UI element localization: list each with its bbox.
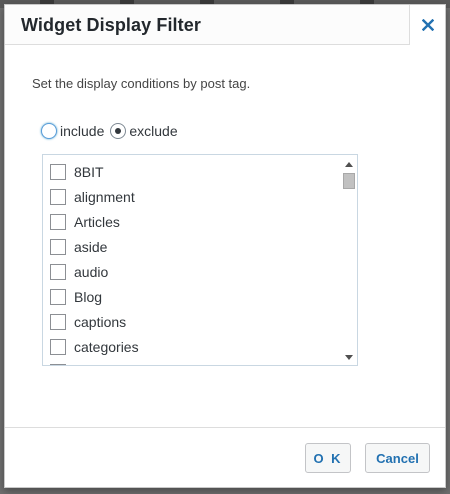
- include-radio[interactable]: [41, 123, 57, 139]
- close-x-icon: [421, 19, 434, 31]
- tag-label: Blog: [74, 288, 103, 305]
- tag-list-item[interactable]: audio: [43, 259, 341, 284]
- tag-list-item[interactable]: Articles: [43, 209, 341, 234]
- tag-checkbox[interactable]: [50, 188, 66, 205]
- tag-checkbox[interactable]: [50, 238, 66, 255]
- tag-label: captions: [74, 313, 127, 330]
- tag-checkbox[interactable]: [50, 288, 66, 305]
- tag-checkbox[interactable]: [50, 363, 66, 365]
- tag-list-items: 8BIT alignment Articles aside audio Blog: [43, 155, 341, 365]
- tag-checkbox[interactable]: [50, 338, 66, 355]
- tag-checkbox[interactable]: [50, 163, 66, 180]
- tag-label: audio: [74, 263, 109, 280]
- tag-label: aside: [74, 238, 108, 255]
- dialog-header: Widget Display Filter: [5, 5, 445, 45]
- tag-checkbox[interactable]: [50, 213, 66, 230]
- tag-list-item[interactable]: aside: [43, 234, 341, 259]
- tag-list-item-partial[interactable]: [43, 359, 341, 365]
- filter-mode-radio-group: include exclude: [41, 122, 184, 140]
- widget-display-filter-dialog: Widget Display Filter Set the display co…: [4, 4, 446, 488]
- scroll-thumb[interactable]: [343, 173, 355, 189]
- radio-selected-dot: [115, 128, 122, 134]
- cancel-button[interactable]: Cancel: [365, 443, 430, 473]
- tag-list-item[interactable]: alignment: [43, 184, 341, 209]
- dialog-description: Set the display conditions by post tag.: [32, 76, 251, 91]
- scroll-down-arrow-icon[interactable]: [341, 350, 357, 364]
- close-button[interactable]: [409, 5, 445, 45]
- exclude-radio[interactable]: [110, 123, 127, 139]
- scroll-up-arrow-icon[interactable]: [341, 157, 357, 171]
- include-radio-label[interactable]: include: [60, 123, 104, 139]
- tag-label: categories: [74, 338, 139, 355]
- tag-list-item[interactable]: Blog: [43, 284, 341, 309]
- tag-checkbox[interactable]: [50, 263, 66, 280]
- list-scrollbar[interactable]: [341, 155, 357, 365]
- exclude-radio-label[interactable]: exclude: [129, 123, 177, 139]
- footer-divider: [5, 427, 445, 428]
- tag-list-item[interactable]: 8BIT: [43, 159, 341, 184]
- tag-checkbox-list[interactable]: 8BIT alignment Articles aside audio Blog: [42, 154, 358, 366]
- tag-label: Articles: [74, 213, 120, 230]
- tag-checkbox[interactable]: [50, 313, 66, 330]
- tag-label: alignment: [74, 188, 135, 205]
- tag-label: 8BIT: [74, 163, 104, 180]
- dialog-title: Widget Display Filter: [21, 15, 201, 35]
- tag-list-item[interactable]: categories: [43, 334, 341, 359]
- ok-button[interactable]: O K: [305, 443, 351, 473]
- tag-list-item[interactable]: captions: [43, 309, 341, 334]
